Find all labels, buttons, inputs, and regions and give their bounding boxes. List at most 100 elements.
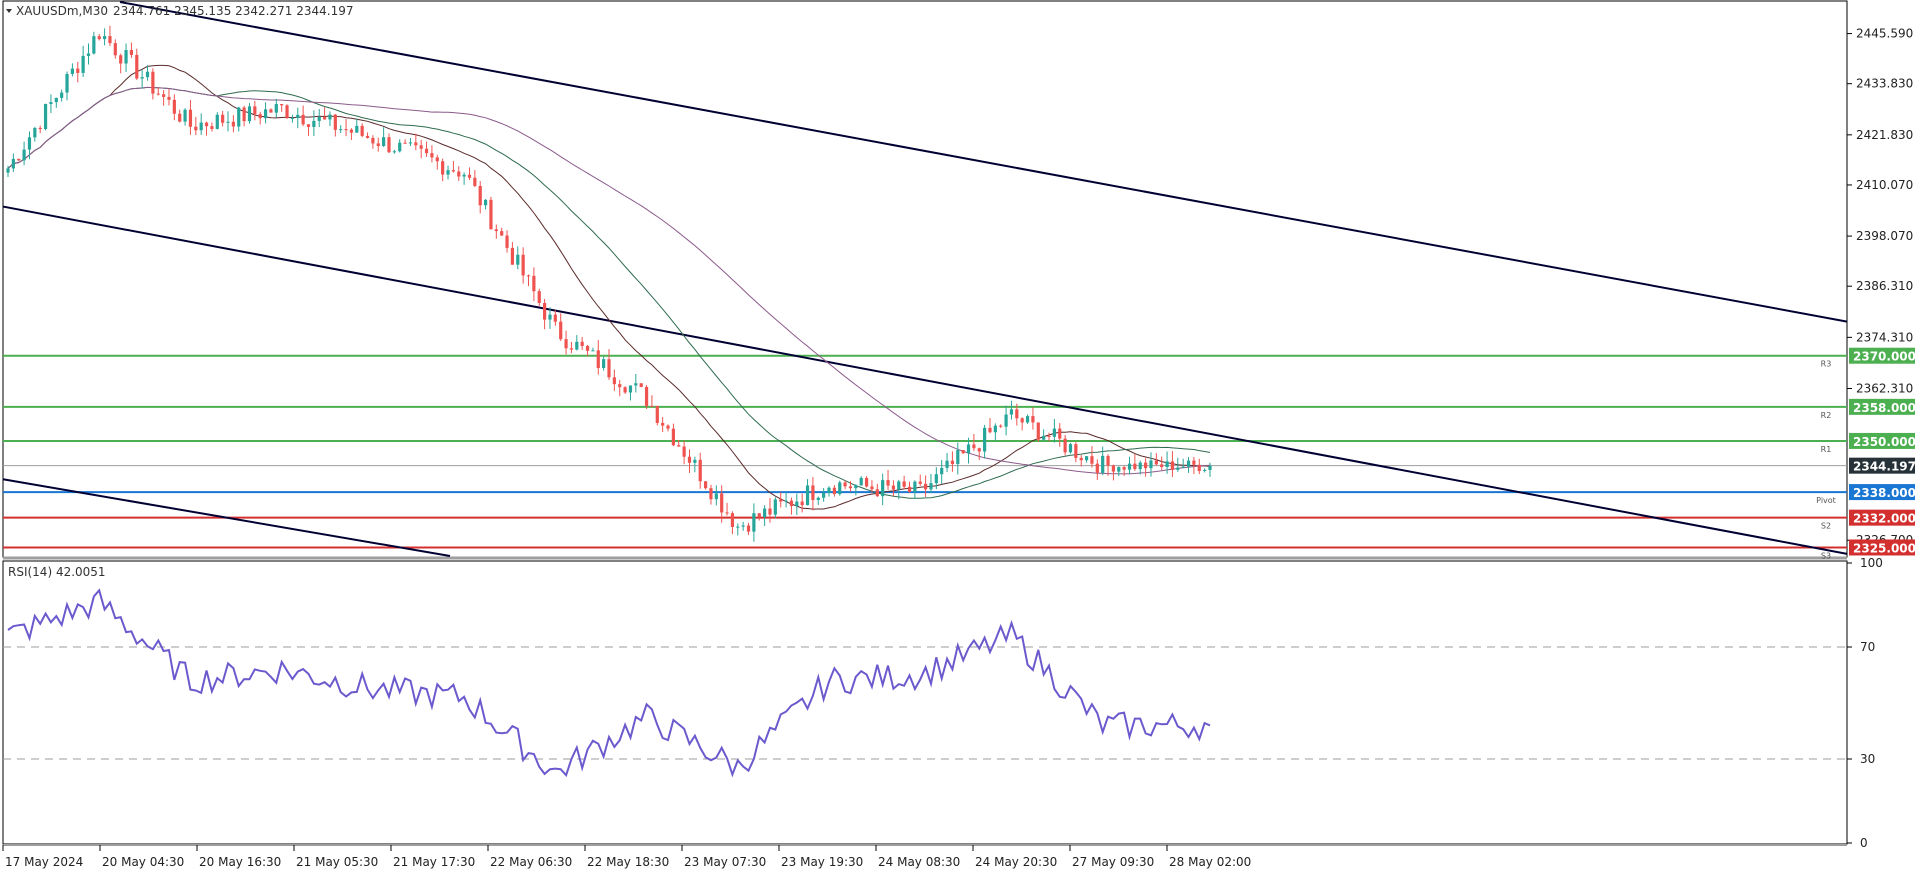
candle-body: [934, 474, 938, 484]
candle-body: [1122, 467, 1126, 470]
candle-body: [119, 55, 123, 64]
candle-body: [1186, 460, 1191, 467]
candle-body: [392, 151, 396, 153]
candle-body: [628, 385, 633, 393]
candle-body: [848, 486, 853, 489]
candle-body: [376, 143, 380, 146]
candle-body: [1074, 444, 1078, 458]
candle-body: [11, 158, 15, 169]
candle-body: [832, 487, 836, 495]
candle-body: [516, 254, 520, 265]
time-tick-label: 22 May 18:30: [587, 855, 669, 869]
candle-body: [263, 109, 268, 119]
candle-body: [698, 459, 702, 482]
candle-body: [623, 387, 627, 393]
candle-body: [65, 73, 69, 93]
candle-body: [854, 485, 858, 489]
candle-body: [43, 103, 48, 130]
candle-body: [1144, 462, 1148, 469]
candle-body: [661, 422, 665, 426]
candle-body: [1192, 460, 1196, 465]
candle-body: [870, 486, 874, 490]
candle-body: [22, 149, 26, 161]
candle-body: [1176, 467, 1180, 470]
candle-body: [1079, 457, 1083, 461]
candle-body: [290, 117, 295, 119]
price-tick-label: 2362.310: [1856, 381, 1913, 395]
candle-body: [301, 114, 305, 125]
candle-body: [811, 485, 815, 500]
candle-body: [902, 481, 906, 487]
candle-body: [1138, 462, 1142, 470]
candle-body: [194, 126, 198, 131]
level-tags: 2370.000 2358.000 2350.000 2344.197 2338.000…: [1849, 347, 1916, 556]
candle-body: [881, 480, 885, 497]
candle-body: [757, 513, 761, 518]
candle-body: [414, 142, 418, 146]
trend-channel: [2, 1, 1848, 557]
candle-body: [435, 157, 439, 162]
rsi-line: [7, 588, 1211, 778]
candle-body: [500, 231, 504, 236]
price-tag-label: 2350.000: [1853, 435, 1916, 449]
candle-body: [242, 107, 246, 122]
price-tag-label: 2370.000: [1853, 350, 1916, 364]
candle-body: [403, 142, 407, 144]
candle-body: [564, 339, 568, 349]
candle-body: [1106, 455, 1110, 466]
level-code-S3: S3: [1821, 551, 1831, 560]
candle-body: [419, 145, 423, 149]
candle-body: [451, 170, 455, 172]
candle-body: [210, 126, 214, 129]
candle-body: [526, 275, 531, 277]
candle-body: [81, 55, 85, 73]
candle-body: [457, 171, 461, 177]
candle-body: [478, 185, 482, 206]
time-tick-label: 21 May 05:30: [296, 855, 378, 869]
candle-body: [521, 254, 525, 276]
time-tick-label: 24 May 08:30: [878, 855, 960, 869]
candle-body: [483, 199, 488, 206]
price-tick-label: 2410.070: [1856, 178, 1913, 192]
candle-body: [897, 481, 901, 490]
candle-body: [548, 314, 552, 320]
candle-body: [424, 148, 429, 154]
moving-average-40: [7, 86, 1211, 499]
candle-body: [746, 525, 751, 532]
candle-body: [543, 302, 547, 320]
trading-chart[interactable]: R3 R2 R1 Pivot S2 S3 2445.590 2433.830 2421.830…: [0, 0, 1916, 874]
candle-body: [510, 247, 515, 265]
candle-body: [725, 512, 729, 514]
candle-body: [1084, 456, 1089, 461]
candle-body: [1042, 435, 1046, 440]
candle-body: [559, 321, 563, 340]
time-tick-label: 20 May 16:30: [199, 855, 281, 869]
candle-body: [473, 177, 477, 186]
candle-body: [1063, 438, 1067, 453]
candle-body: [639, 383, 643, 387]
candle-body: [805, 485, 810, 506]
candle-body: [382, 137, 386, 146]
rsi-tick-label: 0: [1860, 836, 1868, 850]
candle-body: [822, 492, 826, 498]
time-tick-label: 28 May 02:00: [1169, 855, 1251, 869]
candle-body: [1036, 422, 1040, 440]
candle-body: [1170, 461, 1175, 470]
price-tag-label: 2338.000: [1853, 486, 1916, 500]
candle-body: [6, 168, 10, 173]
collapse-triangle-icon[interactable]: [6, 9, 12, 13]
candle-body: [1197, 464, 1201, 471]
candle-body: [569, 348, 574, 350]
candle-body: [961, 450, 965, 454]
candle-body: [1117, 467, 1121, 472]
candle-body: [1165, 461, 1169, 468]
candle-body: [703, 481, 708, 489]
candle-body: [226, 121, 230, 123]
candle-body: [838, 482, 842, 495]
candle-body: [1149, 460, 1153, 469]
candle-body: [1068, 444, 1073, 453]
candle-body: [602, 359, 606, 368]
level-code-Pivot: Pivot: [1816, 496, 1836, 505]
candle-body: [612, 377, 616, 385]
candle-body: [784, 500, 788, 502]
